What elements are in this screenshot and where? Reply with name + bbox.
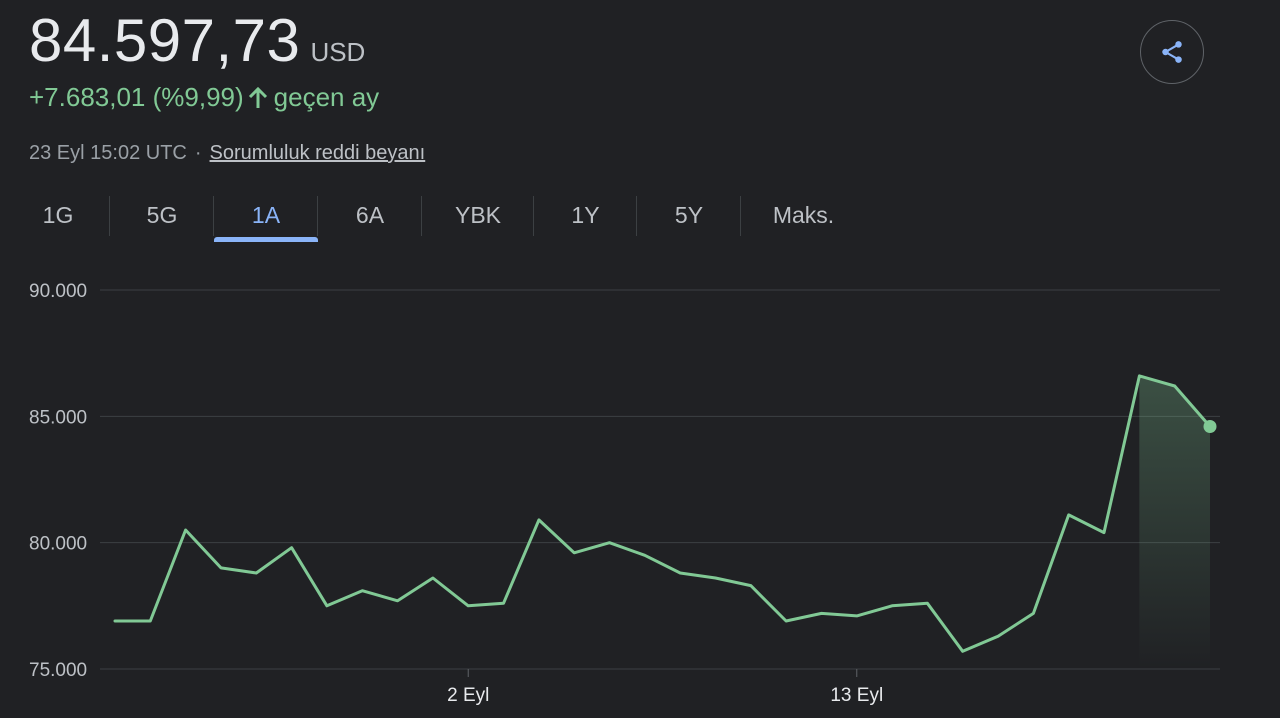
tab-6a[interactable]: 6A [318,192,422,238]
tab-1g[interactable]: 1G [6,192,110,238]
tab-label: 1G [42,201,74,228]
current-price: 84.597,73 [29,7,301,74]
y-tick-label: 80.000 [29,534,87,555]
current-value-dot [1203,419,1217,433]
tab-1y[interactable]: 1Y [534,192,637,238]
price-change: +7.683,01 (%9,99) geçen ay [29,82,379,113]
price-header: 84.597,73 USD [29,6,365,75]
tab-ybk[interactable]: YBK [422,192,534,238]
tab-1a[interactable]: 1A [214,192,318,242]
tab-label: Maks. [772,201,835,228]
share-icon [1162,41,1182,63]
arrow-up-icon [248,86,267,108]
tab-label: 5G [146,201,178,228]
tab-5y[interactable]: 5Y [637,192,741,238]
tab-label: 1Y [571,201,600,228]
tab-label: 5Y [674,201,704,228]
change-period: geçen ay [273,82,380,112]
timestamp-row: 23 Eyl 15:02 UTC · Sorumluluk reddi beya… [29,142,425,165]
tab-label: 6A [355,201,385,228]
area-fill [1139,375,1210,669]
x-tick-label: 2 Eyl [447,685,489,706]
timestamp: 23 Eyl 15:02 UTC [29,142,187,164]
share-button[interactable] [1140,20,1204,84]
y-tick-label: 90.000 [29,281,87,302]
change-value: +7.683,01 (%9,99) [29,82,244,112]
tab-maks[interactable]: Maks. [741,192,866,238]
price-line [113,374,1212,653]
y-tick-label: 85.000 [29,407,87,428]
tab-5g[interactable]: 5G [110,192,214,238]
currency-label: USD [310,37,366,67]
x-tick-label: 13 Eyl [830,685,883,706]
separator: · [194,142,202,164]
y-tick-label: 75.000 [29,660,87,681]
tab-label: 1A [251,201,281,228]
price-chart: 90.000 85.000 80.000 75.000 2 Eyl 13 Eyl [29,281,1220,706]
tab-label: YBK [454,201,502,228]
time-range-tabs: 1G 5G 1A 6A YBK 1Y 5Y Maks. [6,192,866,244]
disclaimer-link[interactable]: Sorumluluk reddi beyanı [210,142,426,165]
